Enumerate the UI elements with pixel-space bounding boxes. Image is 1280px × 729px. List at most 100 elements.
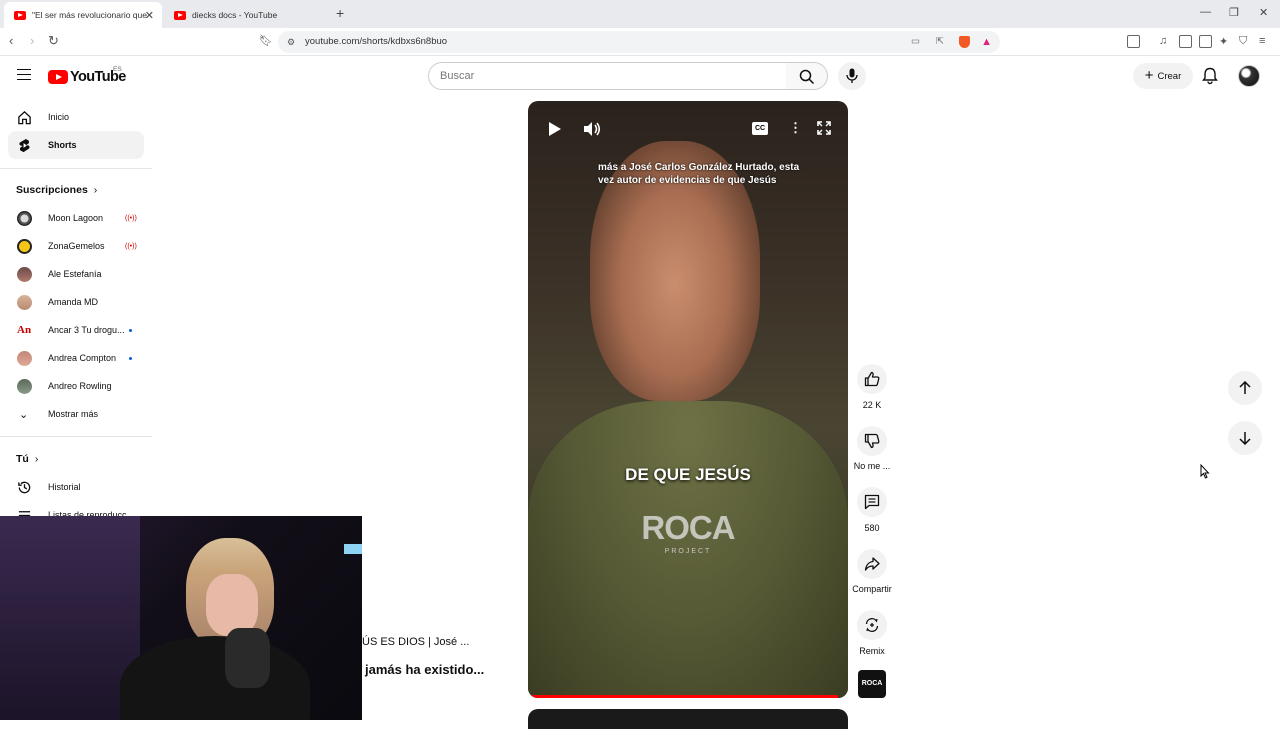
sidebar-item-channel[interactable]: Moon Lagoon ((•)) <box>8 204 144 232</box>
rewards-icon[interactable]: ▲ <box>981 31 992 53</box>
site-info-icon[interactable]: ⚙ <box>287 31 295 53</box>
music-icon[interactable]: ♫ <box>1159 35 1167 47</box>
sidebar-item-history[interactable]: Historial <box>8 473 144 501</box>
sidebar-item-channel[interactable]: Ale Estefanía <box>8 260 144 288</box>
browser-tab-bar: "El ser más revolucionario que ja ✕ diec… <box>0 0 1280 28</box>
video-progress-bar[interactable] <box>528 695 839 698</box>
menu-icon[interactable]: ≡ <box>1259 35 1265 47</box>
search-input[interactable]: Buscar <box>428 62 787 90</box>
play-icon[interactable] <box>548 121 562 137</box>
channel-name: ZonaGemelos <box>48 241 105 251</box>
sidebar-item-channel[interactable]: ZonaGemelos ((•)) <box>8 232 144 260</box>
cast-icon[interactable]: ▭ <box>911 31 920 53</box>
thumbs-up-icon <box>864 371 880 387</box>
sidebar-item-label: Historial <box>48 482 81 492</box>
sidebar-item-channel[interactable]: Amanda MD <box>8 288 144 316</box>
voice-search-button[interactable] <box>838 62 866 90</box>
address-bar[interactable]: ⚙ youtube.com/shorts/kdbxs6n8buo ▭ ⇱ ▲ <box>278 31 1000 53</box>
chevron-right-icon: › <box>34 453 39 465</box>
like-button[interactable] <box>857 364 887 394</box>
sidebar-toggle-icon[interactable] <box>1179 35 1192 48</box>
channel-avatar <box>17 266 32 282</box>
arrow-down-icon <box>1239 432 1251 445</box>
sidebar-item-label: Inicio <box>48 112 70 122</box>
plus-icon: + <box>1144 67 1154 84</box>
video-subtitle: más a José Carlos González Hurtado, esta… <box>598 162 800 186</box>
sidebar-item-shorts[interactable]: Shorts <box>8 131 144 159</box>
live-icon: ((•)) <box>125 242 137 250</box>
restore-icon[interactable]: ❐ <box>1229 6 1239 19</box>
extension-icon[interactable] <box>1127 35 1140 48</box>
short-title-line2[interactable]: jamás ha existido... <box>365 662 484 677</box>
search-icon <box>799 69 815 85</box>
channel-avatar <box>17 238 32 254</box>
brave-shield-icon[interactable] <box>959 36 970 48</box>
reload-icon[interactable]: ↻ <box>48 33 59 49</box>
sidebar-item-inicio[interactable]: Inicio <box>8 103 144 131</box>
back-icon[interactable]: ‹ <box>9 33 13 48</box>
microphone <box>225 628 270 688</box>
fullscreen-icon[interactable] <box>817 121 831 135</box>
share-button[interactable] <box>857 549 887 579</box>
live-icon: ((•)) <box>125 214 137 222</box>
show-more-label: Mostrar más <box>48 409 99 419</box>
wallet-icon[interactable] <box>1199 35 1212 48</box>
browser-tab-active[interactable]: "El ser más revolucionario que ja ✕ <box>4 2 162 28</box>
minimize-icon[interactable]: — <box>1200 6 1211 18</box>
you-heading[interactable]: Tú › <box>16 453 38 465</box>
sidebar-item-channel[interactable]: An Ancar 3 Tu drogu... <box>8 316 144 344</box>
bookmark-icon[interactable]: 🔖︎ <box>259 34 273 47</box>
share-page-icon[interactable]: ⇱ <box>936 31 944 53</box>
leo-ai-icon[interactable]: ✦ <box>1219 35 1228 48</box>
more-options-icon[interactable]: ⋮ <box>789 120 802 136</box>
mouse-cursor-icon <box>1200 464 1210 479</box>
create-button[interactable]: + Crear <box>1133 63 1193 89</box>
vpn-shield-icon[interactable]: ⛉ <box>1239 35 1247 48</box>
browser-toolbar: ‹ › ↻ 🔖︎ ⚙ youtube.com/shorts/kdbxs6n8bu… <box>0 28 1280 56</box>
tab-title: diecks docs - YouTube <box>192 10 278 20</box>
comments-button[interactable] <box>857 487 887 517</box>
notifications-bell-icon[interactable] <box>1202 67 1218 85</box>
next-short-button[interactable] <box>1228 421 1262 455</box>
sidebar-item-label: Shorts <box>48 140 77 150</box>
previous-short-button[interactable] <box>1228 371 1262 405</box>
channel-avatar <box>17 350 32 366</box>
short-title-line1[interactable]: ÚS ES DIOS | José ... <box>362 636 469 648</box>
next-short-preview[interactable] <box>528 709 848 729</box>
volume-icon[interactable] <box>583 121 601 137</box>
close-window-icon[interactable]: ✕ <box>1259 6 1268 19</box>
youtube-favicon-icon <box>174 10 186 20</box>
shorts-player[interactable]: CC ⋮ más a José Carlos González Hurtado,… <box>528 101 848 698</box>
close-tab-icon[interactable]: ✕ <box>145 9 154 22</box>
sidebar-item-channel[interactable]: Andreo Rowling <box>8 372 144 400</box>
search-button[interactable] <box>786 62 828 90</box>
guide-menu-icon[interactable] <box>17 69 31 80</box>
channel-avatar-button[interactable]: ROCA <box>858 670 886 698</box>
channel-name: Ancar 3 Tu drogu... <box>48 325 125 335</box>
new-content-dot <box>129 328 132 332</box>
new-tab-button[interactable]: + <box>336 5 344 21</box>
channel-avatar <box>17 378 32 394</box>
channel-avatar: An <box>17 322 32 338</box>
dislike-label: No me ... <box>853 461 891 471</box>
browser-tab[interactable]: diecks docs - YouTube <box>164 2 324 28</box>
url-text: youtube.com/shorts/kdbxs6n8buo <box>305 36 448 47</box>
show-more-button[interactable]: ⌄ Mostrar más <box>8 400 144 428</box>
like-count: 22 K <box>862 400 882 410</box>
webcam-background-wall <box>0 516 140 720</box>
subscriptions-heading[interactable]: Suscripciones › <box>16 184 97 196</box>
tab-title: "El ser más revolucionario que ja <box>32 10 147 20</box>
captions-button[interactable]: CC <box>752 122 768 135</box>
comment-icon <box>864 494 880 510</box>
country-code: ES <box>113 66 122 73</box>
account-avatar[interactable] <box>1238 65 1260 87</box>
forward-icon[interactable]: › <box>30 33 34 48</box>
chevron-right-icon: › <box>93 184 98 196</box>
streamer-body <box>120 636 310 720</box>
dislike-button[interactable] <box>857 426 887 456</box>
youtube-favicon-icon <box>14 10 26 20</box>
webcam-light <box>344 544 362 554</box>
remix-button[interactable] <box>857 610 887 640</box>
sidebar-divider <box>0 168 152 169</box>
sidebar-item-channel[interactable]: Andrea Compton <box>8 344 144 372</box>
